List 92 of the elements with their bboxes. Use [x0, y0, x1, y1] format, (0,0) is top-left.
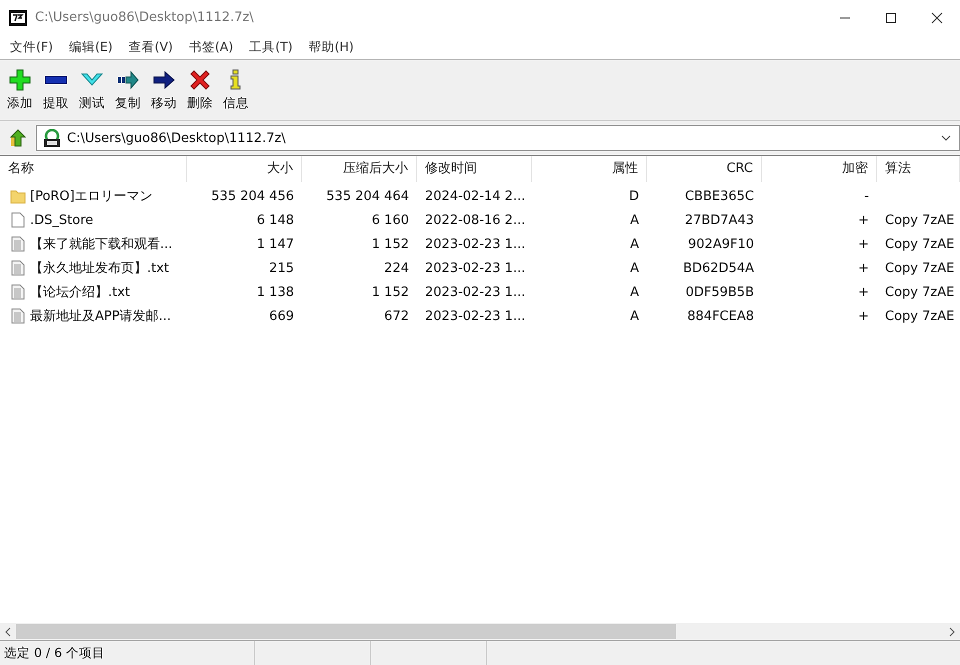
column-header[interactable]: 属性 — [532, 156, 647, 182]
column-header[interactable]: 名称 — [0, 156, 187, 182]
file-name[interactable]: [PoRO]エロリーマン — [30, 187, 153, 205]
menu-item[interactable]: 编辑(E) — [60, 38, 121, 56]
table-cell-text: 2024-02-14 2... — [424, 188, 526, 204]
close-icon — [931, 12, 943, 24]
table-cell-text: 2022-08-16 2... — [424, 212, 526, 228]
table-cell-text: 902A9F10 — [687, 236, 755, 252]
table-cell-text: 672 — [383, 308, 410, 324]
table-cell-text: 535 204 464 — [325, 188, 410, 204]
column-header[interactable]: 加密 — [762, 156, 877, 182]
file-name[interactable]: 【来了就能下载和观看... — [30, 235, 172, 253]
table-cell-text: - — [863, 188, 870, 204]
dropdown-icon — [941, 135, 951, 141]
table-cell-text: Copy 7zAE — [884, 236, 956, 252]
column-header[interactable]: 修改时间 — [417, 156, 532, 182]
text-file-icon — [10, 236, 26, 252]
table-cell-text: 669 — [268, 308, 295, 324]
table-cell-text: 215 — [268, 260, 295, 276]
toolbar-button[interactable]: 删除 — [182, 68, 218, 112]
table-cell-text: 2023-02-23 1... — [424, 260, 526, 276]
window-title: C:\Users\guo86\Desktop\1112.7z\ — [35, 10, 255, 25]
file-name[interactable]: 【论坛介绍】.txt — [30, 283, 130, 301]
maximize-icon — [885, 12, 897, 24]
menu-item[interactable]: 文件(F) — [2, 38, 61, 56]
table-cell-text: + — [857, 260, 870, 276]
table-cell-text: A — [629, 308, 640, 324]
text-file-icon — [10, 284, 26, 300]
toolbar-button[interactable]: 复制 — [110, 68, 146, 112]
menu-item[interactable]: 书签(A) — [180, 38, 242, 56]
column-header[interactable]: 大小 — [187, 156, 302, 182]
file-name[interactable]: 最新地址及APP请发邮... — [30, 307, 171, 325]
table-cell-text: D — [628, 188, 640, 204]
file-icon — [10, 212, 26, 228]
text-file-icon — [10, 308, 26, 324]
table-cell-text: 884FCEA8 — [686, 308, 755, 324]
table-cell-text: Copy 7zAE — [884, 284, 956, 300]
table-cell-text: 2023-02-23 1... — [424, 308, 526, 324]
status-text: 选定 0 / 6 个项目 — [3, 644, 106, 662]
toolbar-button[interactable]: 测试 — [74, 68, 110, 112]
horizontal-scrollbar[interactable] — [0, 623, 960, 640]
table-cell-text: A — [629, 260, 640, 276]
app-icon — [9, 10, 27, 26]
table-cell-text: A — [629, 212, 640, 228]
scrollbar-thumb[interactable] — [16, 624, 676, 639]
table-cell-text: 224 — [383, 260, 410, 276]
table-cell-text: 2023-02-23 1... — [424, 236, 526, 252]
table-cell-text: + — [857, 212, 870, 228]
scroll-left-icon[interactable] — [4, 626, 12, 636]
table-cell-text: 0DF59B5B — [684, 284, 755, 300]
table-cell-text: + — [857, 236, 870, 252]
text-file-icon — [10, 260, 26, 276]
table-cell-text: BD62D54A — [682, 260, 755, 276]
menu-item[interactable]: 帮助(H) — [300, 38, 362, 56]
table-cell-text: CBBE365C — [684, 188, 755, 204]
file-name[interactable]: 【永久地址发布页】.txt — [30, 259, 170, 277]
arrow-icon — [9, 129, 27, 147]
table-cell-text: 1 147 — [256, 236, 295, 252]
table-cell-text: 6 160 — [370, 212, 410, 228]
table-cell-text: 27BD7A43 — [684, 212, 755, 228]
table-cell-text: 535 204 456 — [210, 188, 295, 204]
arrow-icon — [153, 68, 175, 90]
table-cell-text: 1 152 — [370, 284, 410, 300]
file-name[interactable]: .DS_Store — [30, 212, 94, 228]
toolbar-button[interactable]: 添加 — [2, 68, 38, 112]
table-cell-text: 6 148 — [256, 212, 295, 228]
table-cell-text: + — [857, 308, 870, 324]
column-header[interactable]: CRC — [647, 156, 762, 182]
archive-icon — [43, 129, 61, 147]
plus-icon — [9, 68, 31, 90]
table-cell-text: 1 138 — [256, 284, 295, 300]
scroll-right-icon[interactable] — [948, 626, 956, 636]
table-cell-text: A — [629, 236, 640, 252]
table-cell-text: Copy 7zAE — [884, 260, 956, 276]
table-cell-text: + — [857, 284, 870, 300]
menu-item[interactable]: 工具(T) — [241, 38, 301, 56]
column-header[interactable]: 压缩后大小 — [302, 156, 417, 182]
toolbar-button[interactable]: 信息 — [218, 68, 254, 112]
arrow-icon — [117, 68, 139, 90]
toolbar-button[interactable]: 移动 — [146, 68, 182, 112]
table-cell-text: 1 152 — [370, 236, 410, 252]
table-cell-text: Copy 7zAE — [884, 212, 956, 228]
address-field[interactable]: C:\Users\guo86\Desktop\1112.7z\ — [36, 125, 960, 151]
folder-icon — [10, 188, 26, 204]
menu-item[interactable]: 查看(V) — [120, 38, 181, 56]
table-cell-text: A — [629, 284, 640, 300]
cross-icon — [189, 68, 211, 90]
minus-icon — [45, 76, 67, 84]
table-cell-text: 2023-02-23 1... — [424, 284, 526, 300]
toolbar-button[interactable]: 提取 — [38, 68, 74, 112]
column-header[interactable]: 算法 — [877, 156, 960, 182]
table-cell-text: Copy 7zAE — [884, 308, 956, 324]
